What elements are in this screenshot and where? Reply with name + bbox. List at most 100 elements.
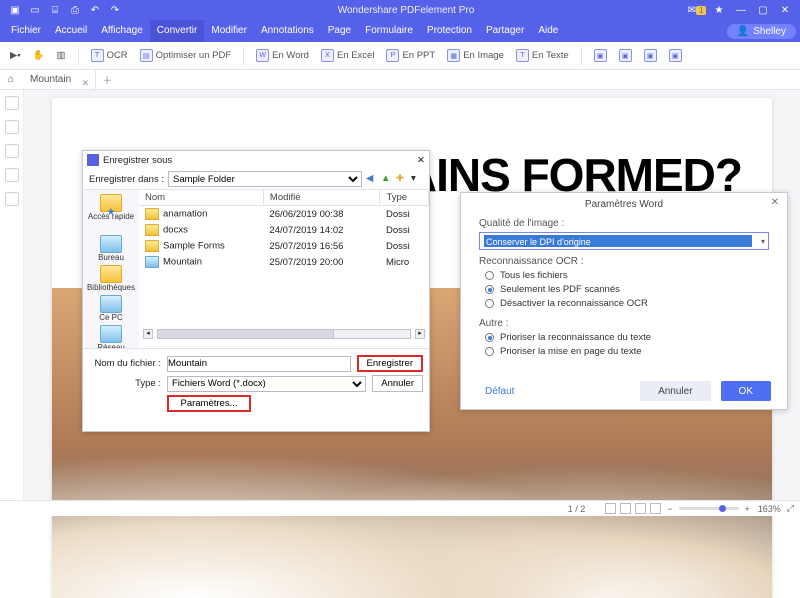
- menu-modifier[interactable]: Modifier: [204, 20, 254, 42]
- titlebar: ▣ ▭ ⌸ ⎙ ↶ ↷ Wondershare PDFelement Pro ✉…: [0, 0, 800, 20]
- new-doc-icon[interactable]: ▭: [28, 3, 42, 17]
- menu-protection[interactable]: Protection: [420, 20, 479, 42]
- close-icon[interactable]: ✕: [778, 3, 792, 17]
- settings-cancel-button[interactable]: Annuler: [640, 381, 710, 401]
- menu-fichier[interactable]: Fichier: [4, 20, 48, 42]
- menu-formulaire[interactable]: Formulaire: [358, 20, 420, 42]
- attachments-icon[interactable]: [5, 192, 19, 206]
- place-this-pc[interactable]: Ce PC: [99, 295, 123, 322]
- to-excel-button[interactable]: XEn Excel: [317, 47, 379, 64]
- cancel-button[interactable]: Annuler: [372, 375, 423, 392]
- save-button[interactable]: Enregistrer: [357, 355, 423, 372]
- place-quick-access[interactable]: Accès rapide: [88, 194, 134, 232]
- zoom-thumb[interactable]: [719, 505, 726, 512]
- place-libraries[interactable]: Bibliothèques: [87, 265, 135, 292]
- image-quality-select[interactable]: Conserver le DPI d'origine ▾: [479, 232, 769, 250]
- fullscreen-icon[interactable]: ⤢: [787, 503, 794, 514]
- other-option-layout[interactable]: Prioriser la mise en page du texte: [485, 346, 769, 357]
- batch-icon-3[interactable]: ▣: [640, 47, 661, 64]
- select-tool[interactable]: ▥: [53, 48, 70, 63]
- scroll-right-arrow[interactable]: ▸: [415, 329, 425, 339]
- col-name[interactable]: Nom: [139, 190, 263, 206]
- file-list[interactable]: Nom Modifié Type anamation26/06/2019 00:…: [139, 190, 429, 348]
- new-tab-button[interactable]: ＋: [96, 72, 118, 87]
- other-group-label: Autre :: [479, 318, 769, 329]
- filetype-select[interactable]: Fichiers Word (*.docx): [167, 376, 366, 392]
- menu-affichage[interactable]: Affichage: [94, 20, 150, 42]
- annotations-panel-icon[interactable]: [5, 144, 19, 158]
- table-row[interactable]: docxs24/07/2019 14:02Dossi: [139, 222, 429, 238]
- ocr-button[interactable]: TOCR: [87, 47, 132, 64]
- table-row[interactable]: Sample Forms25/07/2019 16:56Dossi: [139, 238, 429, 254]
- open-icon[interactable]: ⌸: [48, 3, 62, 17]
- menu-annotations[interactable]: Annotations: [254, 20, 321, 42]
- bookmarks-icon[interactable]: [5, 120, 19, 134]
- menu-convertir[interactable]: Convertir: [150, 20, 205, 42]
- maximize-icon[interactable]: ▢: [756, 3, 770, 17]
- pointer-tool[interactable]: ▶▪: [6, 48, 25, 63]
- redo-icon[interactable]: ↷: [108, 3, 122, 17]
- scroll-left-arrow[interactable]: ◂: [143, 329, 153, 339]
- to-image-button[interactable]: ▦En Image: [443, 47, 508, 64]
- other-option-text-recognition[interactable]: Prioriser la reconnaissance du texte: [485, 332, 769, 343]
- views-icon[interactable]: ▾: [411, 173, 423, 185]
- filename-input[interactable]: [167, 356, 351, 372]
- col-modified[interactable]: Modifié: [263, 190, 380, 206]
- horizontal-scrollbar[interactable]: ◂ ▸: [139, 328, 429, 340]
- ocr-group-label: Reconnaissance OCR :: [479, 256, 769, 267]
- filename-label: Nom du fichier :: [89, 358, 161, 369]
- table-row[interactable]: anamation26/06/2019 00:38Dossi: [139, 206, 429, 223]
- menubar: Fichier Accueil Affichage Convertir Modi…: [0, 20, 800, 42]
- user-pill[interactable]: 👤 Shelley: [727, 24, 796, 39]
- zoom-slider[interactable]: [679, 507, 739, 510]
- facing-continuous-view-icon[interactable]: [650, 503, 661, 514]
- place-desktop[interactable]: Bureau: [98, 235, 124, 262]
- document-tab[interactable]: Mountain ✕: [22, 70, 96, 90]
- menu-aide[interactable]: Aide: [531, 20, 565, 42]
- batch-icon-4[interactable]: ▣: [665, 47, 686, 64]
- parameters-button[interactable]: Paramètres...: [167, 395, 251, 412]
- batch-icon-1[interactable]: ▣: [590, 47, 611, 64]
- user-name: Shelley: [753, 26, 786, 37]
- zoom-out-icon[interactable]: −: [667, 504, 672, 514]
- star-icon[interactable]: ★: [712, 3, 726, 17]
- thumbnails-icon[interactable]: [5, 96, 19, 110]
- search-panel-icon[interactable]: [5, 168, 19, 182]
- menu-accueil[interactable]: Accueil: [48, 20, 94, 42]
- up-icon[interactable]: ▲: [381, 173, 393, 185]
- optimize-pdf-button[interactable]: ▤Optimiser un PDF: [136, 47, 236, 64]
- home-icon[interactable]: ⌂: [0, 74, 22, 85]
- save-in-select[interactable]: Sample Folder: [168, 171, 362, 187]
- settings-ok-button[interactable]: OK: [721, 381, 771, 401]
- scroll-thumb[interactable]: [158, 330, 334, 338]
- page-indicator: 1 / 2: [568, 504, 586, 514]
- batch-icon-2[interactable]: ▣: [615, 47, 636, 64]
- to-word-button[interactable]: WEn Word: [252, 47, 313, 64]
- table-row[interactable]: Mountain25/07/2019 20:00Micro: [139, 254, 429, 270]
- convert-toolbar: ▶▪ ✋ ▥ TOCR ▤Optimiser un PDF WEn Word X…: [0, 42, 800, 70]
- minimize-icon[interactable]: —: [734, 3, 748, 17]
- mail-icon[interactable]: ✉1: [690, 3, 704, 17]
- single-page-view-icon[interactable]: [605, 503, 616, 514]
- to-text-button[interactable]: TEn Texte: [512, 47, 573, 64]
- zoom-in-icon[interactable]: +: [745, 504, 750, 514]
- new-folder-icon[interactable]: ✚: [396, 173, 408, 185]
- hand-tool[interactable]: ✋: [29, 48, 49, 63]
- place-network[interactable]: Réseau: [97, 325, 125, 348]
- back-icon[interactable]: ◀: [366, 173, 378, 185]
- menu-partager[interactable]: Partager: [479, 20, 531, 42]
- dialog-close-icon[interactable]: ✕: [417, 155, 425, 166]
- continuous-view-icon[interactable]: [620, 503, 631, 514]
- scroll-track[interactable]: [157, 329, 411, 339]
- to-ppt-button[interactable]: PEn PPT: [382, 47, 439, 64]
- col-type[interactable]: Type: [380, 190, 429, 206]
- menu-page[interactable]: Page: [321, 20, 358, 42]
- undo-icon[interactable]: ↶: [88, 3, 102, 17]
- ocr-option-scanned[interactable]: Seulement les PDF scannés: [485, 284, 769, 295]
- print-icon[interactable]: ⎙: [68, 3, 82, 17]
- word-settings-close-icon[interactable]: ✕: [771, 197, 779, 208]
- ocr-option-all[interactable]: Tous les fichiers: [485, 270, 769, 281]
- facing-view-icon[interactable]: [635, 503, 646, 514]
- ocr-option-disable[interactable]: Désactiver la reconnaissance OCR: [485, 298, 769, 309]
- default-link[interactable]: Défaut: [485, 386, 514, 397]
